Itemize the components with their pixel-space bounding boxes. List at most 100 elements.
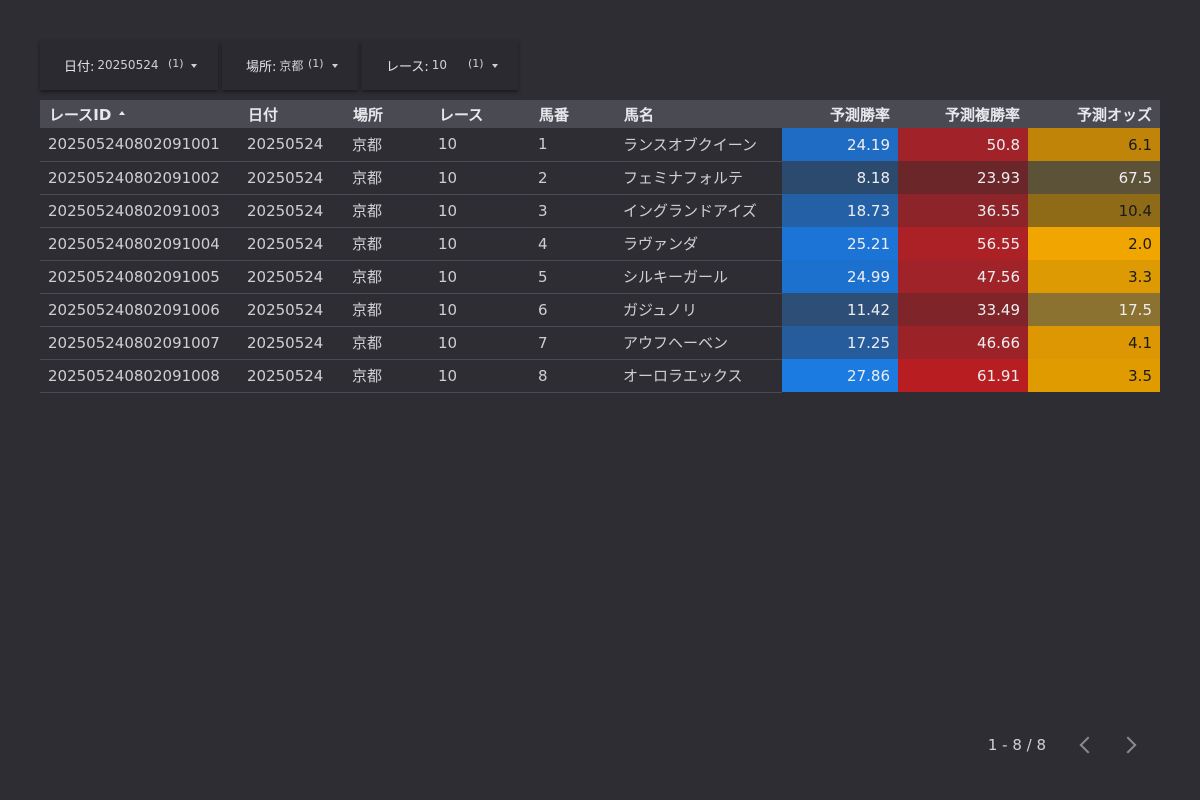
cell-date: 20250524	[239, 260, 344, 294]
column-header-show-rate[interactable]: 予測複勝率	[898, 100, 1028, 128]
cell-horse-number: 3	[530, 194, 615, 228]
cell-horse-number: 1	[530, 128, 615, 162]
column-header-horse-name[interactable]: 馬名	[615, 100, 782, 128]
cell-win-rate: 24.19	[782, 128, 898, 161]
cell-horse-name: ラヴァンダ	[615, 227, 782, 261]
cell-odds: 3.5	[1028, 359, 1160, 392]
place-filter[interactable]: 場所: 京都 (1)	[222, 40, 358, 90]
column-header-date[interactable]: 日付	[239, 100, 344, 128]
cell-date: 20250524	[239, 359, 344, 393]
cell-race: 10	[430, 128, 530, 162]
cell-odds: 10.4	[1028, 194, 1160, 227]
column-header-place[interactable]: 場所	[344, 100, 430, 128]
cell-place: 京都	[344, 260, 430, 294]
cell-race-id: 202505240802091001	[40, 128, 239, 162]
cell-race-id: 202505240802091007	[40, 326, 239, 360]
place-filter-count: (1)	[308, 57, 324, 70]
cell-horse-number: 6	[530, 293, 615, 327]
race-filter-value: 10	[431, 58, 448, 72]
cell-race-id: 202505240802091008	[40, 359, 239, 393]
cell-date: 20250524	[239, 326, 344, 360]
column-header-race[interactable]: レース	[430, 100, 530, 128]
cell-place: 京都	[344, 128, 430, 162]
cell-win-rate: 11.42	[782, 293, 898, 326]
cell-horse-number: 8	[530, 359, 615, 393]
date-filter-label: 日付:	[64, 59, 95, 75]
cell-horse-name: ガジュノリ	[615, 293, 782, 327]
cell-odds: 4.1	[1028, 326, 1160, 359]
table-row[interactable]: 202505240802091007 20250524 京都 10 7 アウフヘーベン 17…	[40, 326, 1160, 360]
cell-date: 20250524	[239, 293, 344, 327]
table-row[interactable]: 202505240802091005 20250524 京都 10 5 シルキーガール 24…	[40, 260, 1160, 294]
cell-show-rate: 36.55	[898, 194, 1028, 227]
cell-odds: 17.5	[1028, 293, 1160, 326]
cell-win-rate: 25.21	[782, 227, 898, 260]
column-header-win-rate[interactable]: 予測勝率	[782, 100, 898, 128]
cell-date: 20250524	[239, 161, 344, 195]
table-row[interactable]: 202505240802091006 20250524 京都 10 6 ガジュノリ 11.4…	[40, 293, 1160, 327]
cell-odds: 67.5	[1028, 161, 1160, 194]
cell-odds: 6.1	[1028, 128, 1160, 161]
cell-place: 京都	[344, 194, 430, 228]
pagination: 1 - 8 / 8	[988, 736, 1148, 754]
filter-bar: 日付: 20250524 (1) 場所: 京都 (1) レース: 10 (1)	[40, 40, 518, 90]
cell-horse-number: 5	[530, 260, 615, 294]
cell-show-rate: 33.49	[898, 293, 1028, 326]
place-filter-label: 場所:	[246, 59, 277, 75]
column-header-race-id[interactable]: レースID	[40, 100, 239, 128]
cell-horse-number: 7	[530, 326, 615, 360]
cell-race-id: 202505240802091005	[40, 260, 239, 294]
cell-win-rate: 27.86	[782, 359, 898, 392]
column-header-horse-number[interactable]: 馬番	[530, 100, 615, 128]
cell-horse-name: シルキーガール	[615, 260, 782, 294]
cell-race: 10	[430, 194, 530, 228]
cell-win-rate: 24.99	[782, 260, 898, 293]
cell-race: 10	[430, 326, 530, 360]
pagination-range: 1 - 8 / 8	[987, 736, 1046, 754]
table-row[interactable]: 202505240802091002 20250524 京都 10 2 フェミナフォルテ 8…	[40, 161, 1160, 195]
date-filter-count: (1)	[168, 57, 184, 70]
cell-horse-name: アウフヘーベン	[615, 326, 782, 360]
cell-race: 10	[430, 260, 530, 294]
cell-race-id: 202505240802091004	[40, 227, 239, 261]
cell-odds: 3.3	[1028, 260, 1160, 293]
table-row[interactable]: 202505240802091003 20250524 京都 10 3 イングランドアイズ…	[40, 194, 1160, 228]
cell-show-rate: 46.66	[898, 326, 1028, 359]
race-filter[interactable]: レース: 10 (1)	[362, 40, 518, 90]
cell-date: 20250524	[239, 227, 344, 261]
cell-win-rate: 18.73	[782, 194, 898, 227]
cell-date: 20250524	[239, 194, 344, 228]
chevron-left-icon[interactable]	[1079, 736, 1097, 754]
cell-win-rate: 8.18	[782, 161, 898, 194]
cell-horse-name: オーロラエックス	[615, 359, 782, 393]
date-filter[interactable]: 日付: 20250524 (1)	[40, 40, 218, 90]
cell-show-rate: 61.91	[898, 359, 1028, 392]
cell-place: 京都	[344, 293, 430, 327]
column-header-odds[interactable]: 予測オッズ	[1028, 100, 1160, 128]
chevron-right-icon[interactable]	[1119, 736, 1137, 754]
cell-horse-number: 4	[530, 227, 615, 261]
cell-place: 京都	[344, 359, 430, 393]
cell-horse-name: ランスオブクイーン	[615, 128, 782, 162]
cell-race: 10	[430, 293, 530, 327]
chevron-down-icon	[191, 64, 197, 68]
cell-place: 京都	[344, 326, 430, 360]
table-row[interactable]: 202505240802091008 20250524 京都 10 8 オーロラエックス 2…	[40, 359, 1160, 393]
cell-race: 10	[430, 161, 530, 195]
chevron-down-icon	[492, 64, 498, 68]
sort-ascending-icon	[119, 111, 126, 115]
cell-horse-name: イングランドアイズ	[615, 194, 782, 228]
chevron-down-icon	[332, 64, 338, 68]
cell-show-rate: 47.56	[898, 260, 1028, 293]
table-row[interactable]: 202505240802091004 20250524 京都 10 4 ラヴァンダ 25.2…	[40, 227, 1160, 261]
cell-place: 京都	[344, 227, 430, 261]
table-header-row: レースID 日付 場所 レース 馬番 馬名 予測勝率 予測複勝率 予測オッズ	[40, 100, 1160, 128]
cell-place: 京都	[344, 161, 430, 195]
race-filter-count: (1)	[468, 57, 484, 70]
race-filter-label: レース:	[386, 59, 429, 75]
cell-date: 20250524	[239, 128, 344, 162]
place-filter-value: 京都	[279, 58, 304, 73]
cell-race-id: 202505240802091006	[40, 293, 239, 327]
cell-show-rate: 23.93	[898, 161, 1028, 194]
table-row[interactable]: 202505240802091001 20250524 京都 10 1 ランスオブクイーン…	[40, 128, 1160, 162]
